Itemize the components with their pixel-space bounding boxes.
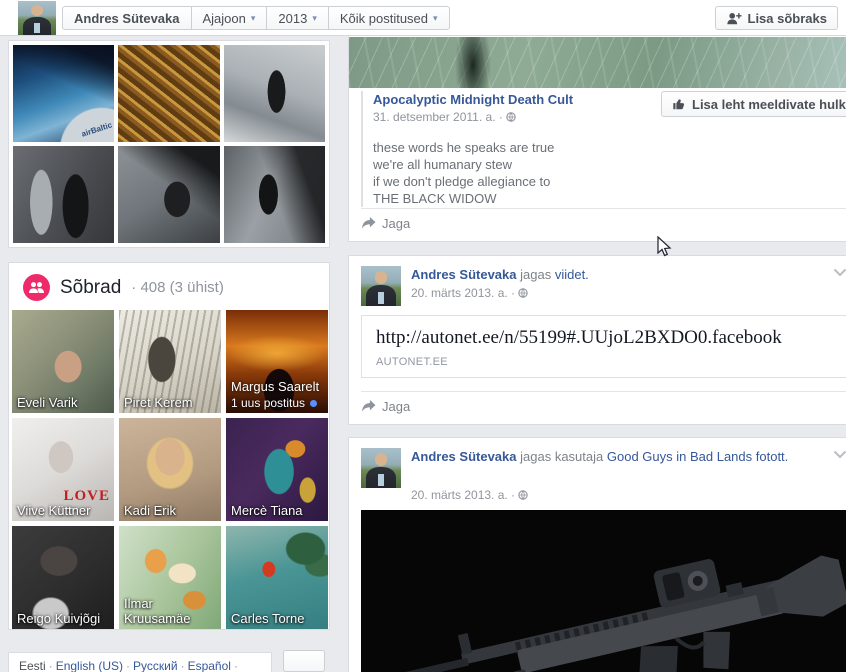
post-timestamp[interactable]: 20. märts 2013. a. ·	[411, 286, 515, 300]
post-text: these words he speaks are true we're all…	[373, 140, 555, 206]
post-author-link[interactable]: Andres Sütevaka	[411, 267, 517, 282]
add-friend-button[interactable]: Lisa sõbraks	[714, 6, 838, 30]
friend-name: Eveli Varik	[17, 395, 78, 410]
friends-title[interactable]: Sõbrad	[60, 277, 121, 299]
share-arrow-icon	[362, 217, 376, 229]
new-post-badge: 1 uus postitus	[231, 396, 318, 410]
embedded-post: Apocalyptic Midnight Death Cult 31. dets…	[361, 91, 661, 207]
post-shared-photo: Andres Sütevaka jagas kasutaja Good Guys…	[348, 437, 846, 672]
friend-tile[interactable]: Mercè Tiana	[226, 418, 328, 521]
globe-icon	[506, 112, 516, 122]
post-shared-page: Apocalyptic Midnight Death Cult 31. dets…	[348, 36, 846, 242]
add-person-icon	[726, 12, 742, 24]
link-attachment[interactable]: http://autonet.ee/n/55199#.UUjoL2BXDO0.f…	[361, 315, 846, 378]
photo-man-on-roof[interactable]	[223, 45, 325, 142]
friend-name: Viive Küttner	[17, 503, 91, 518]
post-menu-chevron-icon[interactable]	[833, 450, 846, 459]
post-author-link[interactable]: Andres Sütevaka	[411, 449, 517, 464]
tab-all-posts[interactable]: Kõik postitused ▾	[327, 7, 449, 29]
photo-bullets[interactable]	[118, 45, 220, 142]
globe-icon	[518, 490, 528, 500]
thumbs-up-icon	[673, 99, 685, 110]
post-shared-link: Andres Sütevaka jagas viidet. 20. märts …	[348, 255, 846, 425]
friend-tile[interactable]: Eveli Varik	[12, 310, 114, 413]
friend-name: Kadi Erik	[124, 503, 177, 518]
post-timestamp[interactable]: 31. detsember 2011. a. ·	[373, 110, 503, 124]
friends-icon	[23, 274, 50, 301]
language-selector: Eesti · English (US) · Русский · Español ·	[8, 652, 272, 672]
share-arrow-icon	[362, 400, 376, 412]
friend-tile[interactable]: Carles Torne	[226, 526, 328, 629]
friend-tile[interactable]: LOVE Viive Küttner	[12, 418, 114, 521]
chevron-down-icon: ▾	[312, 12, 317, 23]
like-page-button[interactable]: Lisa leht meeldivate hulka	[661, 91, 846, 117]
avatar[interactable]	[361, 448, 401, 488]
post-object-link[interactable]: viidet.	[555, 267, 589, 282]
post-action-text: jagas	[520, 267, 552, 282]
language-link[interactable]: English (US)	[56, 659, 123, 672]
link-source: AUTONET.EE	[376, 356, 448, 368]
rifle-photo[interactable]	[361, 510, 846, 672]
chevron-down-icon: ▾	[433, 12, 438, 23]
friend-tile[interactable]: Ilmar Kruusamäe	[119, 526, 221, 629]
tab-year[interactable]: 2013 ▾	[266, 7, 327, 29]
rifle-image	[389, 555, 846, 672]
share-action[interactable]: Jaga	[361, 391, 846, 414]
language-link[interactable]: Español	[188, 659, 231, 672]
photo-text: airBaltic	[80, 120, 113, 139]
shared-page-cover-photo[interactable]	[349, 37, 846, 88]
profile-name-button[interactable]: Andres Sütevaka	[63, 7, 191, 29]
post-object-suffix: fotott.	[755, 449, 789, 464]
photo-man-with-cap[interactable]	[118, 146, 220, 243]
globe-icon	[518, 288, 528, 298]
timeline-nav-tabs: Andres Sütevaka Ajajoon ▾ 2013 ▾ Kõik post…	[62, 6, 450, 30]
photo-statue-and-man[interactable]	[13, 146, 115, 243]
language-current: Eesti	[19, 659, 46, 672]
friend-tile[interactable]: Piret Kerem	[119, 310, 221, 413]
friends-box: Sõbrad · 408 (3 ühist) Eveli Varik Piret…	[8, 262, 330, 630]
post-menu-chevron-icon[interactable]	[833, 268, 846, 277]
photo-airbaltic-window[interactable]: airBaltic	[13, 45, 115, 142]
link-title: http://autonet.ee/n/55199#.UUjoL2BXDO0.f…	[376, 327, 782, 348]
more-languages-button[interactable]	[283, 650, 325, 672]
new-post-dot-icon	[310, 399, 318, 407]
photo-man-by-building[interactable]	[223, 146, 325, 243]
page-name-link[interactable]: Apocalyptic Midnight Death Cult	[373, 92, 661, 107]
friend-name: Margus Saarelt	[231, 379, 320, 394]
friend-name: Reigo Kuivjõgi	[17, 611, 101, 626]
friend-name: Ilmar Kruusamäe	[124, 596, 191, 626]
friend-tile[interactable]: Kadi Erik	[119, 418, 221, 521]
avatar[interactable]	[361, 266, 401, 306]
post-timestamp[interactable]: 20. märts 2013. a. ·	[411, 488, 515, 502]
language-link[interactable]: Русский	[133, 659, 178, 672]
profile-avatar[interactable]	[18, 1, 56, 35]
share-action[interactable]: Jaga	[361, 208, 846, 231]
photos-box: airBaltic	[8, 40, 330, 248]
friend-tile[interactable]: Reigo Kuivjõgi	[12, 526, 114, 629]
friends-count: 408 (3 ühist)	[140, 279, 224, 296]
post-object-link[interactable]: Good Guys in Bad Lands	[607, 449, 752, 464]
tab-timeline[interactable]: Ajajoon ▾	[190, 7, 267, 29]
friend-name: Carles Torne	[231, 611, 305, 626]
chevron-down-icon: ▾	[250, 12, 256, 23]
friend-name: Piret Kerem	[124, 395, 193, 410]
friend-name: Mercè Tiana	[231, 503, 303, 518]
timeline-nav-bar: Andres Sütevaka Ajajoon ▾ 2013 ▾ Kõik post…	[0, 0, 846, 36]
post-action-text: jagas kasutaja	[520, 449, 604, 464]
friend-tile[interactable]: Margus Saarelt 1 uus postitus	[226, 310, 328, 413]
